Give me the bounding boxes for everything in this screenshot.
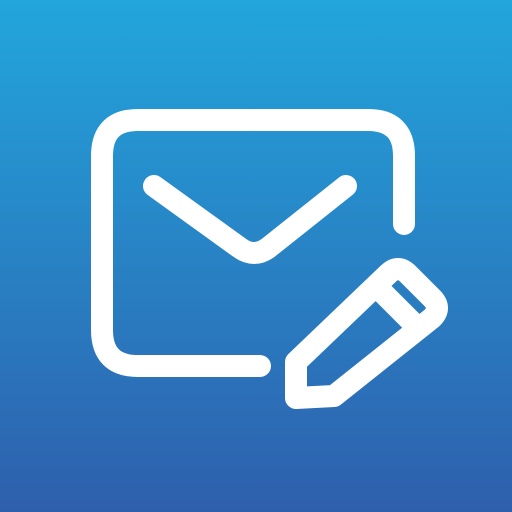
app-icon[interactable] xyxy=(0,0,512,512)
compose-mail-icon xyxy=(0,0,512,512)
